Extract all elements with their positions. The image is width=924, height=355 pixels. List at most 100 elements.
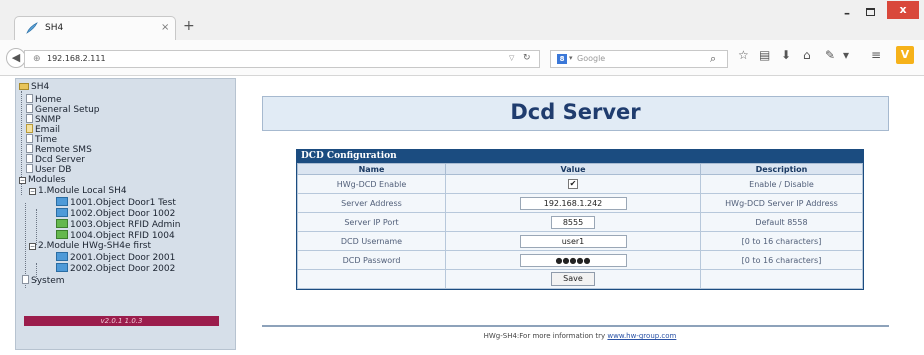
footer-text: HWg-SH4:For more information try (483, 332, 608, 340)
search-bar[interactable]: 8 ▾ Google ⌕ (550, 50, 728, 68)
save-row: Save (297, 269, 863, 289)
tree-item-object-1002[interactable]: 1002.Object Door 1002 (56, 208, 175, 219)
tree-item-label: User DB (35, 165, 72, 175)
folder-icon (19, 83, 29, 90)
tree-root-label: SH4 (31, 82, 50, 92)
page-title: Dcd Server (510, 100, 641, 124)
globe-icon: ⊕ (33, 54, 41, 64)
footer-link[interactable]: www.hw-group.com (607, 332, 676, 340)
window-close-button[interactable]: x (887, 1, 919, 19)
tree-item-label: System (31, 276, 65, 286)
page-icon (26, 114, 33, 123)
back-arrow-icon[interactable]: ◀ (6, 48, 26, 68)
page-icon (22, 275, 29, 284)
tree-item-object-1003[interactable]: 1003.Object RFID Admin (56, 219, 181, 230)
tree-item-object-1001[interactable]: 1001.Object Door1 Test (56, 197, 176, 208)
dcd-enable-checkbox[interactable]: ✔ (568, 179, 578, 189)
tree-item-object-1004[interactable]: 1004.Object RFID 1004 (56, 230, 175, 241)
address-bar[interactable]: ⊕ 192.168.2.111 ▽ ↻ (24, 50, 540, 68)
collapse-icon[interactable]: − (29, 243, 36, 250)
door-object-icon (56, 252, 68, 261)
row-description: HWg-DCD Server IP Address (700, 193, 863, 213)
url-dropdown-icon[interactable]: ▽ (509, 54, 514, 62)
table-header-row: Name Value Description (297, 163, 863, 175)
row-name: Server Address (297, 193, 446, 213)
tree-item-modules[interactable]: − Modules (19, 175, 65, 185)
collapse-icon[interactable]: − (29, 188, 36, 195)
row-description: Enable / Disable (700, 174, 863, 194)
tree-item-object-2002[interactable]: 2002.Object Door 2002 (56, 263, 175, 274)
server-address-input[interactable]: 192.168.1.242 (519, 196, 627, 210)
table-row: Server Address 192.168.1.242 HWg-DCD Ser… (297, 193, 863, 213)
tab-title: SH4 (45, 23, 64, 33)
search-input[interactable]: Google (577, 54, 605, 63)
navigation-tree: SH4 Home General Setup SNMP Email Time R… (15, 78, 236, 350)
extension-icon[interactable]: V (896, 46, 914, 64)
collapse-icon[interactable]: − (19, 177, 26, 184)
page-icon (26, 134, 33, 143)
tree-item-module-1[interactable]: −1.Module Local SH4 (29, 186, 127, 196)
row-name: Server IP Port (297, 212, 446, 232)
empty-cell (700, 269, 863, 289)
rfid-object-icon (56, 219, 68, 228)
row-description: [0 to 16 characters] (700, 250, 863, 270)
row-name: DCD Password (297, 250, 446, 270)
tree-item-label: 2002.Object Door 2002 (70, 264, 176, 274)
google-engine-icon[interactable]: 8 (557, 54, 567, 64)
column-header-value: Value (445, 163, 701, 175)
new-tab-button[interactable]: + (183, 19, 195, 33)
tree-item-module-2[interactable]: −2.Module HWg-SH4e first (29, 241, 151, 251)
password-input[interactable]: ●●●●● (519, 253, 627, 267)
dcd-config-panel: DCD Configuration Name Value Description… (296, 149, 864, 290)
main-content: Dcd Server DCD Configuration Name Value … (236, 78, 924, 355)
tools-icon[interactable]: ✎ (825, 48, 835, 62)
tree-item-label: 2.Module HWg-SH4e first (38, 241, 151, 251)
table-row: HWg-DCD Enable ✔ Enable / Disable (297, 174, 863, 194)
page-icon (26, 164, 33, 173)
tools-dropdown-icon[interactable]: ▾ (843, 48, 849, 62)
tree-item-label: 1.Module Local SH4 (38, 186, 127, 196)
download-icon[interactable]: ⬇ (781, 48, 791, 62)
tree-item-label: 1001.Object Door1 Test (70, 198, 176, 208)
search-go-icon[interactable]: ⌕ (710, 52, 716, 66)
table-row: DCD Username user1 [0 to 16 characters] (297, 231, 863, 251)
row-description: Default 8558 (700, 212, 863, 232)
search-engine-dropdown-icon[interactable]: ▾ (569, 54, 573, 62)
row-value: ✔ (445, 174, 701, 194)
url-text[interactable]: 192.168.2.111 (47, 54, 106, 63)
page-icon (26, 94, 33, 103)
browser-tab[interactable]: SH4 × (14, 16, 176, 40)
row-value: 8555 (445, 212, 701, 232)
window-minimize-button[interactable]: – (844, 6, 850, 20)
tree-item-system[interactable]: System (22, 275, 65, 286)
door-object-icon (56, 197, 68, 206)
menu-icon[interactable]: ≡ (871, 48, 881, 62)
row-name: DCD Username (297, 231, 446, 251)
tab-close-icon[interactable]: × (161, 22, 169, 33)
tree-item-label: Modules (28, 175, 66, 185)
tree-root[interactable]: SH4 (19, 82, 49, 92)
save-cell: Save (445, 269, 701, 289)
empty-cell (297, 269, 446, 289)
server-port-input[interactable]: 8555 (551, 215, 595, 229)
tree-item-object-2001[interactable]: 2001.Object Door 2001 (56, 252, 175, 263)
reading-list-icon[interactable]: ▤ (759, 48, 770, 62)
column-header-description: Description (700, 163, 863, 175)
version-bar: v2.0.1 1.0.3 (24, 316, 219, 326)
window-maximize-button[interactable] (866, 8, 875, 16)
reload-icon[interactable]: ↻ (523, 53, 531, 63)
column-header-name: Name (297, 163, 446, 175)
open-page-icon (26, 124, 33, 133)
bookmark-star-icon[interactable]: ☆ (738, 48, 749, 62)
save-button[interactable]: Save (551, 272, 595, 286)
door-object-icon (56, 263, 68, 272)
tree-item-label: 2001.Object Door 2001 (70, 253, 176, 263)
page-icon (26, 144, 33, 153)
table-row: Server IP Port 8555 Default 8558 (297, 212, 863, 232)
tree-item-user-db[interactable]: User DB (26, 164, 71, 175)
row-name: HWg-DCD Enable (297, 174, 446, 194)
tree-item-label: 1003.Object RFID Admin (70, 220, 181, 230)
home-icon[interactable]: ⌂ (803, 48, 811, 62)
username-input[interactable]: user1 (519, 234, 627, 248)
page-icon (26, 104, 33, 113)
